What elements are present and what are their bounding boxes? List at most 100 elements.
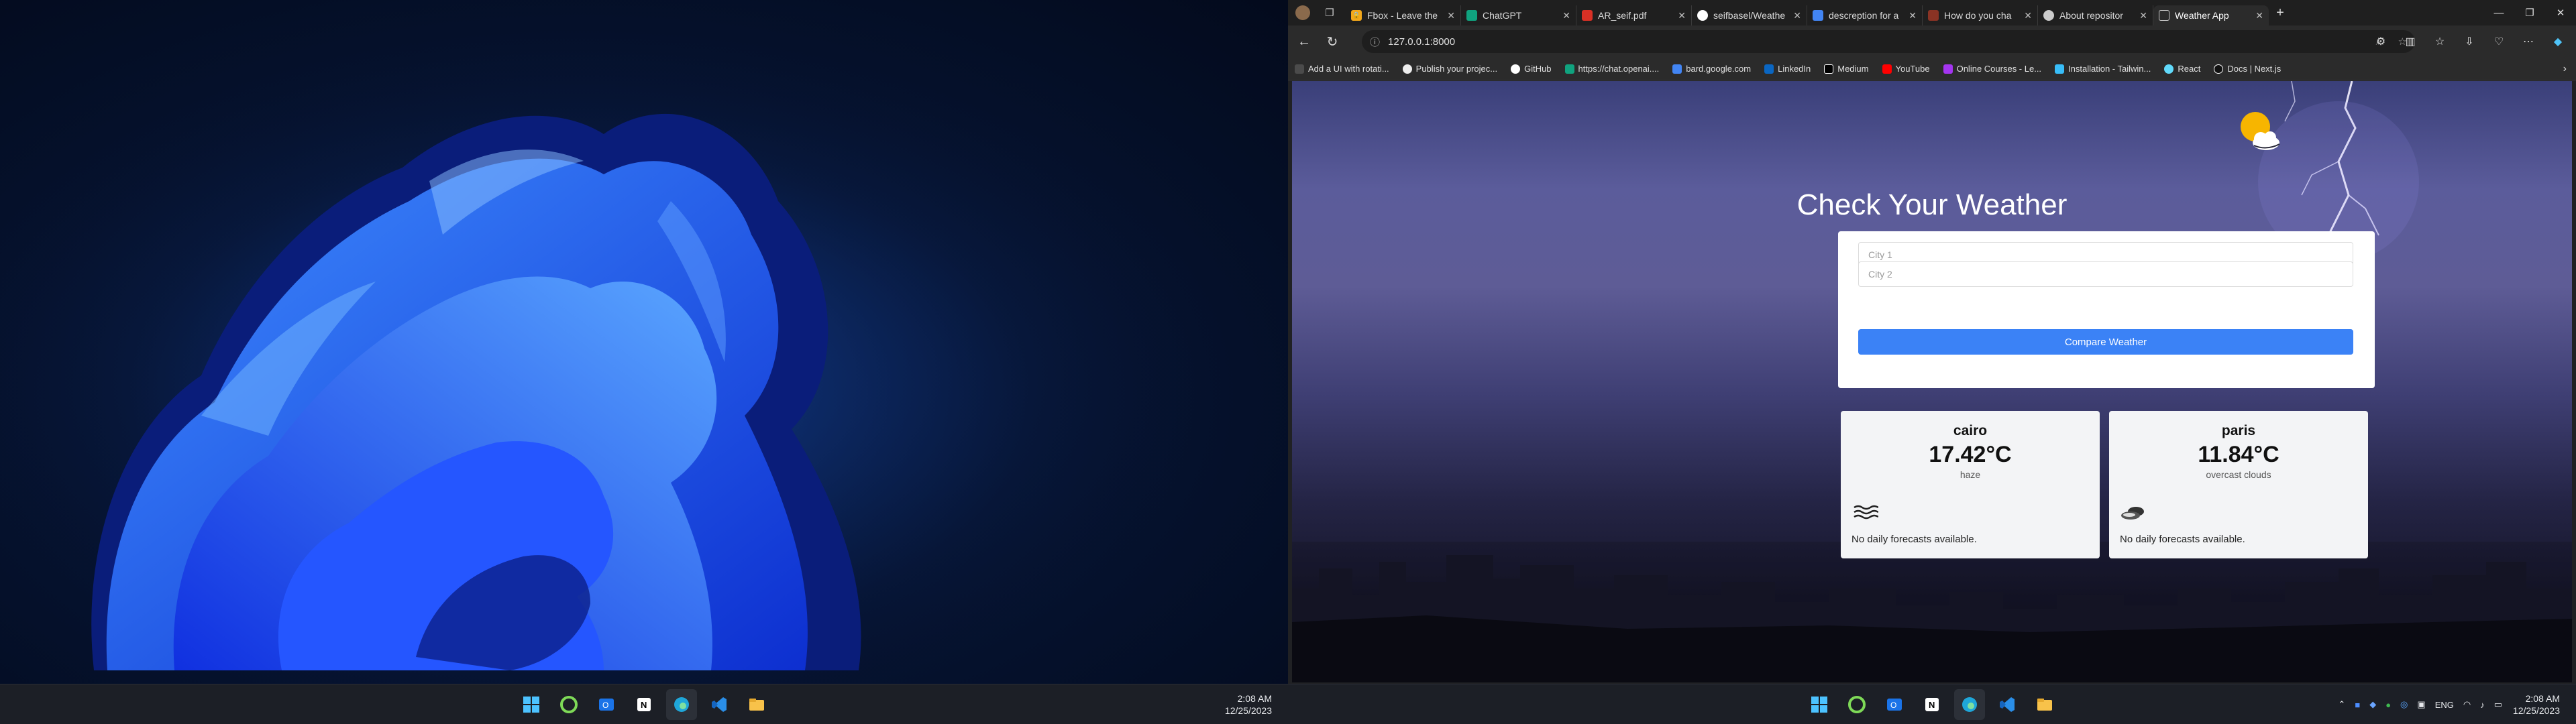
- medium-icon: [1824, 64, 1834, 74]
- refresh-button[interactable]: ↻: [1320, 29, 1344, 54]
- bookmark-item[interactable]: React: [2164, 64, 2200, 74]
- tab-label: AR_seif.pdf: [1598, 10, 1647, 21]
- copilot-icon[interactable]: ◆: [2546, 29, 2569, 54]
- tab-how-do-you[interactable]: How do you cha ✕: [1923, 5, 2038, 25]
- close-icon[interactable]: ✕: [1447, 10, 1455, 21]
- city2-input[interactable]: [1858, 261, 2353, 287]
- tab-weather-app[interactable]: Weather App ✕: [2153, 5, 2269, 25]
- left-taskbar-apps: O N: [516, 684, 772, 724]
- taskbar-outlook[interactable]: O: [1879, 689, 1910, 720]
- right-clock-time: 2:08 AM: [2525, 693, 2560, 704]
- close-icon[interactable]: ✕: [2255, 10, 2263, 21]
- left-clock[interactable]: 2:08 AM 12/25/2023: [1225, 692, 1272, 717]
- maximize-button[interactable]: ❐: [2514, 0, 2545, 25]
- bookmark-item[interactable]: Publish your projec...: [1402, 64, 1498, 74]
- weather-app-page: Check Your Weather Compare Weather cairo…: [1292, 81, 2572, 682]
- language-indicator[interactable]: ENG: [2435, 700, 2454, 710]
- github-icon: [2043, 10, 2054, 21]
- bookmark-item[interactable]: YouTube: [1882, 64, 1930, 74]
- bookmark-item[interactable]: bard.google.com: [1672, 64, 1751, 74]
- tab-chatgpt[interactable]: ChatGPT ✕: [1461, 5, 1576, 25]
- bookmark-item[interactable]: Docs | Next.js: [2214, 64, 2281, 74]
- back-button[interactable]: ←: [1292, 29, 1316, 54]
- bookmark-item[interactable]: Medium: [1824, 64, 1869, 74]
- battery-icon[interactable]: ▭: [2494, 699, 2502, 710]
- notion-icon: N: [637, 698, 651, 711]
- close-icon[interactable]: ✕: [1793, 10, 1801, 21]
- start-button[interactable]: [1804, 689, 1835, 720]
- workspaces-icon[interactable]: ❐: [1318, 0, 1342, 25]
- close-window-button[interactable]: ✕: [2545, 0, 2576, 25]
- outlook-icon: O: [1887, 699, 1902, 711]
- taskbar-file-explorer[interactable]: [2029, 689, 2060, 720]
- tray-app-icon[interactable]: ●: [2385, 700, 2391, 710]
- tab-fbox[interactable]: 🔒 Fbox - Leave the ✕: [1346, 5, 1461, 25]
- taskbar-edge[interactable]: [666, 689, 697, 720]
- close-icon[interactable]: ✕: [1909, 10, 1917, 21]
- browser-essentials-icon[interactable]: ♡: [2487, 29, 2510, 54]
- tab-label: ChatGPT: [1483, 10, 1522, 21]
- compare-weather-button[interactable]: Compare Weather: [1858, 329, 2353, 355]
- link-icon: [1928, 10, 1939, 21]
- bookmark-item[interactable]: LinkedIn: [1764, 64, 1811, 74]
- tab-pdf[interactable]: AR_seif.pdf ✕: [1576, 5, 1692, 25]
- taskbar-vscode[interactable]: [704, 689, 735, 720]
- address-bar[interactable]: ⓘ 127.0.0.1:8000 ⌕ ☆: [1362, 30, 2415, 53]
- tray-app-icon[interactable]: ▣: [2417, 699, 2425, 710]
- close-icon[interactable]: ✕: [2024, 10, 2032, 21]
- show-hidden-icons-icon[interactable]: ⌃: [2338, 699, 2345, 710]
- taskbar-edge[interactable]: [1954, 689, 1985, 720]
- start-button[interactable]: [516, 689, 547, 720]
- bookmark-label: Publish your projec...: [1415, 64, 1498, 74]
- bookmark-item[interactable]: GitHub: [1511, 64, 1552, 74]
- split-screen-icon[interactable]: ▥: [2399, 29, 2422, 54]
- bookmarks-overflow-icon[interactable]: ›: [2563, 63, 2567, 75]
- tray-app-icon[interactable]: ◆: [2369, 699, 2376, 710]
- tray-app-icon[interactable]: ◎: [2400, 699, 2408, 710]
- bookmark-label: Medium: [1837, 64, 1869, 74]
- more-menu-icon[interactable]: ⋯: [2517, 29, 2540, 54]
- taskbar-outlook[interactable]: O: [591, 689, 622, 720]
- card-forecast-note: No daily forecasts available.: [2120, 534, 2245, 545]
- taskbar-notion[interactable]: N: [629, 689, 659, 720]
- new-tab-button[interactable]: +: [2269, 0, 2292, 25]
- bookmark-label: React: [2178, 64, 2201, 74]
- taskbar-vscode[interactable]: [1992, 689, 2023, 720]
- favorites-icon[interactable]: ☆: [2428, 29, 2451, 54]
- taskbar-notion[interactable]: N: [1917, 689, 1947, 720]
- close-icon[interactable]: ✕: [2139, 10, 2147, 21]
- wifi-icon[interactable]: ◠: [2463, 699, 2471, 710]
- tab-description[interactable]: descreption for a ✕: [1807, 5, 1923, 25]
- tray-app-icon[interactable]: ■: [2355, 700, 2360, 710]
- pdf-icon: [1582, 10, 1593, 21]
- tab-strip: ❐ 🔒 Fbox - Leave the ✕ ChatGPT ✕ AR_seif…: [1288, 0, 2576, 25]
- close-icon[interactable]: ✕: [1562, 10, 1570, 21]
- toolbar-actions: ⚙ ▥ ☆ ⇩ ♡ ⋯ ◆: [2369, 29, 2569, 54]
- site-info-icon[interactable]: ⓘ: [1370, 35, 1380, 49]
- left-clock-date: 12/25/2023: [1224, 705, 1272, 716]
- tab-label: About repositor: [2059, 10, 2123, 21]
- edge-icon: [1962, 697, 1977, 712]
- bookmark-item[interactable]: Add a UI with rotati...: [1295, 64, 1389, 74]
- extensions-icon[interactable]: ⚙: [2369, 29, 2392, 54]
- profile-button[interactable]: [1288, 0, 1318, 25]
- volume-icon[interactable]: ♪: [2480, 700, 2485, 710]
- tab-github-weather[interactable]: seifbasel/Weathe ✕: [1692, 5, 1807, 25]
- taskbar-file-explorer[interactable]: [741, 689, 772, 720]
- chatgpt-icon: [1564, 64, 1574, 74]
- minimize-button[interactable]: —: [2483, 0, 2514, 25]
- bookmark-label: Docs | Next.js: [2227, 64, 2282, 74]
- tab-about-repo[interactable]: About repositor ✕: [2038, 5, 2153, 25]
- right-clock[interactable]: 2:08 AM 12/25/2023: [2513, 692, 2560, 717]
- bookmark-item[interactable]: https://chat.openai....: [1564, 64, 1659, 74]
- taskbar-app-1[interactable]: [1841, 689, 1872, 720]
- downloads-icon[interactable]: ⇩: [2458, 29, 2481, 54]
- card-temperature: 11.84°C: [2198, 442, 2279, 467]
- weather-card-paris: paris 11.84°C overcast clouds No daily f…: [2109, 411, 2368, 558]
- close-icon[interactable]: ✕: [1678, 10, 1686, 21]
- taskbar-app-1[interactable]: [553, 689, 584, 720]
- bookmark-item[interactable]: Online Courses - Le...: [1943, 64, 2041, 74]
- bookmark-item[interactable]: Installation - Tailwin...: [2055, 64, 2151, 74]
- bookmark-icon: [1402, 64, 1412, 74]
- card-forecast-note: No daily forecasts available.: [1851, 534, 1977, 545]
